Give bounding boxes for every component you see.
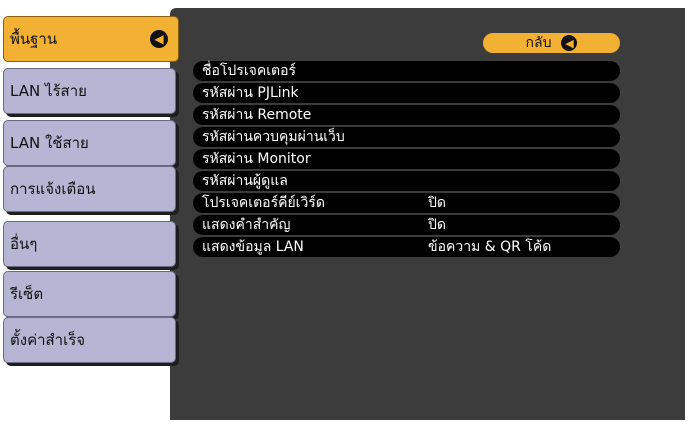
menu-item-display-lan-info[interactable]: แสดงข้อมูล LAN ข้อความ & QR โค้ด (193, 237, 620, 257)
menu-item-label: แสดงคำสำคัญ (202, 217, 291, 233)
menu-item-label: รหัสผ่านควบคุมผ่านเว็บ (202, 129, 345, 145)
back-button[interactable]: กลับ ◀ (483, 33, 620, 53)
sidebar-item-label: ตั้งค่าสำเร็จ (10, 331, 86, 349)
menu-item-label: ชื่อโปรเจคเตอร์ (202, 63, 296, 79)
menu-item-projector-name[interactable]: ชื่อโปรเจคเตอร์ (193, 61, 620, 81)
menu-item-projector-keyword[interactable]: โปรเจคเตอร์คีย์เวิร์ด ปิด (193, 193, 620, 213)
menu-item-remote-password[interactable]: รหัสผ่าน Remote (193, 105, 620, 125)
sidebar-item-reset[interactable]: รีเซ็ต (3, 271, 176, 317)
menu-item-label: โปรเจคเตอร์คีย์เวิร์ด (202, 195, 325, 211)
sidebar-item-label: LAN ไร้สาย (10, 82, 87, 100)
menu-item-value: ปิด (428, 195, 446, 211)
sidebar-item-wireless-lan[interactable]: LAN ไร้สาย (3, 68, 176, 114)
menu-item-label: รหัสผ่านผู้ดูแล (202, 173, 288, 189)
menu-item-label: รหัสผ่าน Monitor (202, 151, 311, 167)
menu-item-web-control-password[interactable]: รหัสผ่านควบคุมผ่านเว็บ (193, 127, 620, 147)
menu-item-label: รหัสผ่าน PJLink (202, 85, 299, 101)
sidebar-item-label: LAN ใช้สาย (10, 134, 89, 152)
sidebar-item-label: การแจ้งเตือน (10, 180, 96, 198)
sidebar-item-label: พื้นฐาน (10, 30, 58, 48)
menu-item-value: ปิด (428, 217, 446, 233)
menu-item-display-keyword[interactable]: แสดงคำสำคัญ ปิด (193, 215, 620, 235)
sidebar-item-setup-complete[interactable]: ตั้งค่าสำเร็จ (3, 317, 176, 363)
sidebar-item-notification[interactable]: การแจ้งเตือน (3, 166, 176, 212)
back-button-label: กลับ (525, 35, 552, 51)
back-arrow-icon: ◀ (561, 35, 578, 51)
enter-arrow-icon: ◀ (150, 30, 168, 48)
sidebar-item-others[interactable]: อื่นๆ (3, 221, 176, 267)
menu-item-pjlink-password[interactable]: รหัสผ่าน PJLink (193, 83, 620, 103)
sidebar-item-wired-lan[interactable]: LAN ใช้สาย (3, 120, 176, 166)
menu-item-value: ข้อความ & QR โค้ด (428, 239, 552, 255)
menu-item-label: รหัสผ่าน Remote (202, 107, 312, 123)
menu-item-label: แสดงข้อมูล LAN (202, 239, 304, 255)
sidebar-item-basic[interactable]: พื้นฐาน ◀ (3, 16, 179, 62)
sidebar-item-label: อื่นๆ (10, 235, 38, 253)
sidebar-item-label: รีเซ็ต (10, 285, 44, 303)
menu-item-admin-password[interactable]: รหัสผ่านผู้ดูแล (193, 171, 620, 191)
menu-item-monitor-password[interactable]: รหัสผ่าน Monitor (193, 149, 620, 169)
